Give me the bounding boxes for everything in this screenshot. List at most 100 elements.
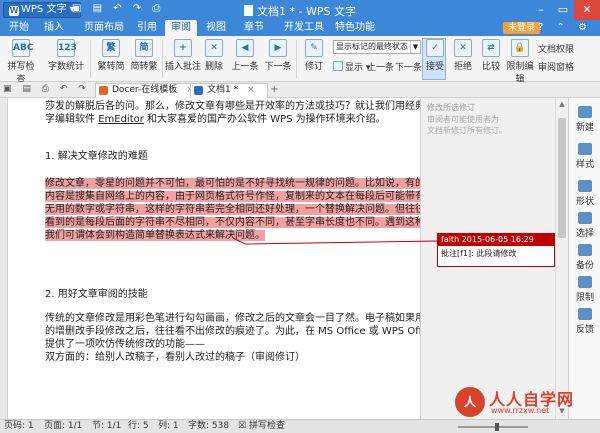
backup-icon (578, 244, 592, 256)
prev-comment-button[interactable]: ◀ 上一条 (229, 39, 261, 72)
vertical-scrollbar[interactable]: ▲ ▼ (555, 98, 568, 419)
document-canvas[interactable]: 莎发的解脱后各的问。那么，修改文章有哪些是开效率的方法或技巧？就让我们用经典的文… (0, 98, 420, 419)
lock-icon: 🔒 (511, 39, 529, 57)
prev-icon: ◀ (236, 39, 254, 57)
status-page: 页码: 1 (4, 421, 34, 431)
doc-text: 字编辑软件 (45, 114, 99, 125)
tab-developer[interactable]: 开发工具 (278, 20, 330, 36)
prev-change-button[interactable]: 上一条 (367, 60, 394, 73)
quick-tools[interactable]: ▣ ▤ ⎙ ↶ ↷ ▾ (3, 84, 105, 94)
menu-tabs: 开始 插入 页面布局 引用 审阅 视图 章节 开发工具 特色功能 未登录 ? ⌃… (0, 20, 600, 36)
taskpane-feedback[interactable]: 反馈 (569, 308, 600, 335)
scroll-up-icon[interactable]: ▲ (556, 100, 568, 110)
taskpane-shapes[interactable]: 形状 (569, 180, 600, 207)
doc-line: 提供了一项吹仿传统修改的功能—— (45, 339, 205, 350)
spellcheck-status-label: 拼写检查 (248, 421, 285, 431)
zoom-slider[interactable] (448, 423, 538, 431)
chevron-down-icon: ▼ (410, 41, 420, 53)
status-section: 节: 1/1 (92, 421, 122, 431)
simp-to-trad-button[interactable]: 简简转繁 (128, 39, 160, 72)
display-button[interactable]: 显示 ▾ (333, 60, 370, 73)
accept-label: 接受 (425, 62, 444, 72)
restrict-edit-button[interactable]: 🔒 限制编辑 (505, 39, 535, 85)
prev-comment-label: 上一条 (231, 62, 259, 72)
highlighted-text: 看到的是每段后面的字符串不尽相同，不仅内容不同，甚至字串长度也不同。遇到这种情况… (45, 217, 420, 228)
help-settings-icons[interactable]: ? ⌃ ⚙ (538, 22, 592, 33)
window-controls: – ▭ ✕ (530, 0, 600, 20)
taskpane-new[interactable]: 新建 (569, 106, 600, 133)
highlighted-line: 内容是搜集自网络上的内容，由于网页格式符号作怪，复制来的文本在每段后可能带有一些 (45, 190, 420, 203)
highlighted-line: 我们可谓体会到构造简单替换表达式来解决问题。 (45, 229, 265, 242)
review-pane-button[interactable]: 审阅窗格 (538, 60, 574, 73)
zoom-knob[interactable] (494, 423, 499, 431)
highlighted-text: 修改文章，零星的问题并不可怕，最可怕的是不好寻找统一规律的问题。比如说，有的文章 (45, 178, 420, 189)
tab-special[interactable]: 特色功能 (329, 20, 381, 36)
delete-label: 删除 (204, 62, 223, 72)
next-icon: ▶ (269, 39, 287, 57)
style-icon (578, 143, 592, 155)
delete-comment-button[interactable]: ✕ 删除 (200, 39, 228, 72)
compare-label: 比较 (481, 62, 500, 72)
login-badge[interactable]: 未登录 (502, 22, 540, 34)
wordcount-label: 字数统计 (47, 62, 84, 72)
accept-button[interactable]: ✓ 接受 (423, 39, 447, 72)
delete-icon: ✕ (205, 39, 223, 57)
next-comment-label: 下一条 (264, 62, 292, 72)
reject-label: 拒绝 (453, 62, 472, 72)
restore-button[interactable]: ▭ (552, 0, 574, 20)
review-pane-label: 审阅窗格 (538, 63, 575, 73)
review-ribbon: ABC 拼写检查 123 字数统计 繁繁转简 简简转繁 + 插入批注 ✕ 删除 ◀ 上一条… (0, 36, 600, 85)
zoom-track (458, 426, 528, 428)
track-changes-button[interactable]: ✎ 修订 (299, 39, 329, 72)
tab-insert[interactable]: 插入 (38, 20, 70, 36)
restrict-icon (578, 276, 592, 288)
comment-balloon[interactable]: faith 2015-06-05 16:29 批注[f1]: 此段请修改 (437, 233, 555, 267)
trad-to-simp-button[interactable]: 繁繁转简 (95, 39, 127, 72)
tab-sections[interactable]: 章节 (238, 20, 270, 36)
title-bar: W WPS 文字 ▾ ▣ ▤ ↶ ↷ ⎙ 文档1 * - WPS 文字 – ▭ ✕ (0, 0, 600, 20)
status-wordcount[interactable]: 字数: 538 (188, 420, 229, 433)
tab-document1[interactable]: 文档1 * × (190, 83, 268, 98)
doc-permission-label: 文档权限 (538, 45, 575, 55)
insert-comment-button[interactable]: + 插入批注 (165, 39, 201, 72)
taskpane-backup[interactable]: 备份 (569, 244, 600, 271)
reject-button[interactable]: ✕ 拒绝 (449, 39, 477, 72)
status-spellcheck[interactable]: ☒ 拼写检查 (238, 420, 285, 433)
comment-author-date: faith 2015-06-05 16:29 (438, 234, 554, 246)
comment-text[interactable]: 批注[f1]: 此段请修改 (438, 246, 554, 262)
track-changes-label: 修订 (304, 62, 323, 72)
minimize-button[interactable]: – (530, 0, 552, 20)
ribbon-divider (90, 40, 91, 78)
tab-home[interactable]: 开始 (3, 20, 35, 36)
spellcheck-button[interactable]: ABC 拼写检查 (4, 39, 38, 85)
track-changes-icon: ✎ (305, 39, 323, 57)
ribbon-divider (162, 40, 163, 78)
wordcount-button[interactable]: 123 字数统计 (46, 39, 86, 72)
simp-to-trad-label: 简转繁 (130, 62, 158, 72)
taskpane-styles[interactable]: 样式 (569, 143, 600, 170)
doc-permission-button[interactable]: 文档权限 (538, 42, 574, 55)
close-button[interactable]: ✕ (574, 0, 600, 20)
tab-docer-templates[interactable]: Docer-在线模板 × (95, 83, 200, 98)
tab-view[interactable]: 视图 (200, 20, 232, 36)
taskpane-select[interactable]: 选择 (569, 212, 600, 239)
close-tab-icon[interactable]: × (247, 85, 255, 95)
tab-references[interactable]: 引用 (131, 20, 163, 36)
doc-line: 传统的文章修改是用彩色笔进行勾勾画画，修改之后的文章会一目了然。电子稿如果用普通 (45, 313, 420, 324)
compare-icon: ⇄ (482, 39, 500, 57)
taskpane-restrict[interactable]: 限制 (569, 276, 600, 303)
tab-page-layout[interactable]: 页面布局 (78, 20, 130, 36)
compare-button[interactable]: ⇄ 比较 (478, 39, 504, 72)
new-tab-button[interactable]: + (270, 84, 278, 95)
display-markup-select[interactable]: 显示标记的最终状态 ▼ (333, 40, 421, 54)
docer-tab-label: Docer-在线模板 (112, 85, 178, 95)
tab-review[interactable]: 审阅 (165, 20, 197, 36)
next-change-button[interactable]: 下一条 (395, 60, 422, 73)
wordcount-icon: 123 (57, 39, 77, 57)
comment-pane-header: 修改所选修订 (427, 103, 475, 112)
doc-line: 莎发的解脱后各的问。那么，修改文章有哪些是开效率的方法或技巧？就让我们用经典的文 (45, 101, 420, 112)
highlighted-line: 看到的是每段后面的字符串不尽相同，不仅内容不同，甚至字串长度也不同。遇到这种情况… (45, 216, 420, 229)
taskpane-label: 选择 (575, 229, 594, 239)
next-comment-button[interactable]: ▶ 下一条 (262, 39, 294, 72)
scroll-thumb[interactable] (558, 118, 566, 238)
